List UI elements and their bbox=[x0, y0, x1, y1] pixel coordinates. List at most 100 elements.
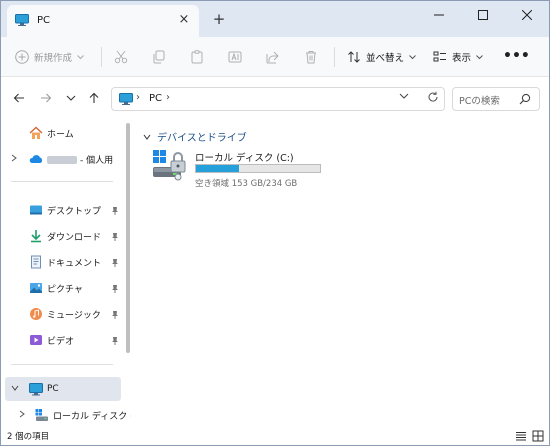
expand-chevron-icon[interactable] bbox=[19, 410, 27, 421]
status-bar: 2 個の項目 bbox=[1, 427, 549, 445]
sidebar-scrollbar[interactable] bbox=[126, 123, 130, 353]
details-view-icon[interactable] bbox=[515, 430, 527, 442]
pin-icon[interactable] bbox=[111, 310, 119, 319]
sidebar-item-label: ピクチャ bbox=[47, 284, 83, 295]
sidebar-item-label: ダウンロード bbox=[47, 232, 102, 243]
navigation-pane: ホーム - 個人用 デスクトップ ダウンロード ドキュメント ピクチャ ミュージ… bbox=[1, 121, 140, 427]
tab-pc[interactable]: PC × bbox=[7, 5, 199, 37]
search-icon bbox=[519, 93, 531, 105]
pin-icon[interactable] bbox=[111, 258, 119, 267]
collapse-chevron-icon[interactable] bbox=[11, 384, 19, 394]
recent-locations-chevron-icon[interactable] bbox=[63, 90, 79, 106]
item-count: 2 個の項目 bbox=[7, 432, 50, 442]
document-icon bbox=[31, 255, 41, 269]
sidebar-item-label: ミュージック bbox=[47, 310, 101, 321]
navigation-row: › PC › PCの検索 bbox=[1, 77, 549, 121]
local-disk-lock-icon bbox=[153, 150, 186, 181]
plus-circle-icon bbox=[15, 50, 29, 64]
copy-icon[interactable] bbox=[149, 47, 169, 67]
new-tab-icon[interactable]: + bbox=[211, 11, 227, 27]
redacted-account-name bbox=[47, 156, 77, 164]
drive-usage-bar bbox=[195, 164, 321, 173]
breadcrumb-chevron-icon[interactable]: › bbox=[136, 92, 140, 103]
sidebar-item-label: ドキュメント bbox=[47, 258, 102, 269]
new-label: 新規作成 bbox=[34, 53, 73, 64]
home-icon bbox=[29, 126, 43, 139]
pictures-icon bbox=[30, 283, 42, 293]
address-bar[interactable]: › PC › bbox=[111, 87, 445, 111]
sidebar-item-downloads[interactable]: ダウンロード bbox=[5, 224, 121, 248]
paste-icon[interactable] bbox=[187, 47, 207, 67]
sort-icon bbox=[348, 51, 360, 63]
collapse-chevron-icon bbox=[143, 134, 151, 140]
chevron-down-icon bbox=[476, 54, 483, 59]
command-bar: 新規作成 並べ替え 表示 ••• bbox=[1, 37, 549, 77]
large-icons-view-icon[interactable] bbox=[532, 430, 544, 442]
close-window-icon[interactable] bbox=[505, 1, 549, 29]
sidebar-item-label: ローカル ディスク (C bbox=[53, 411, 140, 422]
sidebar-item-pictures[interactable]: ピクチャ bbox=[5, 276, 121, 300]
breadcrumb-chevron-icon[interactable]: › bbox=[166, 92, 170, 103]
pin-icon[interactable] bbox=[111, 284, 119, 293]
new-button[interactable]: 新規作成 bbox=[15, 47, 84, 67]
toolbar-divider bbox=[334, 47, 335, 67]
up-arrow-icon[interactable] bbox=[86, 90, 102, 106]
download-icon bbox=[31, 230, 41, 243]
sidebar-item-label: ビデオ bbox=[47, 336, 75, 347]
chevron-down-icon bbox=[77, 54, 84, 59]
minimize-icon[interactable] bbox=[417, 1, 461, 29]
sidebar-item-pc[interactable]: PC bbox=[5, 377, 121, 401]
sidebar-item-desktop[interactable]: デスクトップ bbox=[5, 198, 121, 222]
sort-button[interactable]: 並べ替え bbox=[347, 47, 416, 67]
drive-usage-fill bbox=[196, 165, 239, 172]
file-explorer-window: PC × + 新規作成 並べ替え 表示 ••• › PC › PCの検索 ホーム… bbox=[0, 0, 550, 446]
desktop-icon bbox=[30, 205, 42, 215]
video-icon bbox=[30, 335, 42, 345]
delete-icon[interactable] bbox=[301, 47, 321, 67]
sidebar-item-local-disk[interactable]: ローカル ディスク (C bbox=[5, 403, 140, 427]
address-history-chevron-icon[interactable] bbox=[399, 92, 409, 103]
share-icon[interactable] bbox=[263, 47, 283, 67]
pin-icon[interactable] bbox=[111, 206, 119, 215]
more-options-icon[interactable]: ••• bbox=[503, 47, 530, 67]
local-disk-icon bbox=[35, 409, 48, 421]
music-icon bbox=[30, 308, 42, 320]
maximize-icon[interactable] bbox=[461, 1, 505, 29]
sidebar-item-label: ホーム bbox=[47, 129, 74, 140]
rename-icon[interactable] bbox=[225, 47, 245, 67]
back-arrow-icon[interactable] bbox=[11, 90, 27, 106]
drive-free-space: 空き領域 153 GB/234 GB bbox=[195, 179, 298, 189]
content-pane: デバイスとドライブ ローカル ディスク (C:) 空き領域 153 GB/234… bbox=[131, 121, 549, 427]
sidebar-item-label: デスクトップ bbox=[47, 206, 102, 217]
sidebar-divider bbox=[11, 364, 113, 365]
cut-icon[interactable] bbox=[111, 47, 131, 67]
devices-and-drives-header[interactable]: デバイスとドライブ bbox=[143, 129, 247, 144]
breadcrumb-pc[interactable]: PC bbox=[149, 93, 162, 104]
pin-icon[interactable] bbox=[111, 232, 119, 241]
pc-icon bbox=[119, 93, 133, 105]
tab-close-icon[interactable]: × bbox=[177, 13, 191, 27]
sidebar-divider bbox=[11, 181, 113, 182]
sidebar-item-documents[interactable]: ドキュメント bbox=[5, 250, 121, 274]
title-tab-bar: PC × + bbox=[1, 1, 549, 37]
pc-icon bbox=[15, 14, 29, 26]
onedrive-icon bbox=[29, 155, 43, 163]
refresh-icon[interactable] bbox=[427, 91, 439, 106]
view-button[interactable]: 表示 bbox=[433, 47, 483, 67]
drive-item-local-disk[interactable]: ローカル ディスク (C:) 空き領域 153 GB/234 GB bbox=[153, 149, 333, 189]
sidebar-item-videos[interactable]: ビデオ bbox=[5, 328, 121, 352]
tab-title: PC bbox=[37, 15, 51, 26]
drive-name: ローカル ディスク (C:) bbox=[195, 153, 294, 164]
expand-chevron-icon[interactable] bbox=[11, 154, 19, 165]
sort-label: 並べ替え bbox=[366, 53, 405, 64]
sidebar-item-home[interactable]: ホーム bbox=[5, 121, 121, 145]
pc-icon bbox=[29, 383, 43, 396]
search-box[interactable]: PCの検索 bbox=[452, 87, 540, 111]
view-label: 表示 bbox=[452, 53, 472, 64]
forward-arrow-icon[interactable] bbox=[38, 90, 54, 106]
sidebar-item-onedrive[interactable]: - 個人用 bbox=[5, 147, 121, 171]
sidebar-item-label: - 個人用 bbox=[47, 153, 113, 166]
chevron-down-icon bbox=[409, 54, 416, 59]
sidebar-item-music[interactable]: ミュージック bbox=[5, 302, 121, 326]
pin-icon[interactable] bbox=[111, 336, 119, 345]
